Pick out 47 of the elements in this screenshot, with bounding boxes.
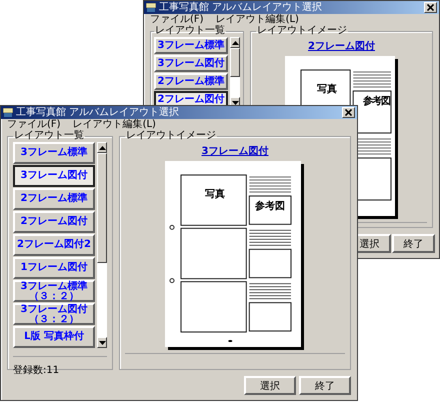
close-button[interactable] — [424, 2, 437, 13]
layout-button[interactable]: 2フレーム図付2 — [13, 234, 95, 256]
down-arrow-icon — [98, 340, 106, 344]
up-arrow-icon — [98, 146, 106, 150]
group-label: レイアウト一覧 — [154, 26, 226, 36]
layout-button[interactable]: L版 写真枠付 — [13, 326, 95, 348]
app-icon — [146, 3, 156, 12]
layout-button[interactable]: 3フレーム標準 — [13, 142, 95, 164]
layout-button[interactable]: 3フレーム標準（３：２） — [13, 280, 95, 302]
menu-item[interactable]: レイアウト編集(L) — [72, 119, 156, 131]
layout-button[interactable]: 3フレーム図付 — [154, 55, 228, 72]
scroll-up-button[interactable] — [97, 142, 107, 153]
menu-item[interactable]: ファイル(F) — [7, 119, 61, 131]
layout-button[interactable]: 3フレーム標準 — [154, 37, 228, 54]
menu-item[interactable]: レイアウト編集(L) — [216, 14, 299, 26]
layout-button[interactable]: 1フレーム図付 — [13, 257, 95, 279]
layout-title: 2フレーム図付 — [308, 40, 375, 53]
group-label: レイアウト一覧 — [13, 131, 85, 141]
scrollbar-thumb[interactable] — [230, 48, 240, 78]
close-icon — [427, 4, 434, 11]
window-title: 工事写真館 アルバムレイアウト選択 — [159, 2, 322, 14]
figure-label: 参考図 — [255, 201, 286, 212]
app-icon — [3, 108, 13, 117]
up-arrow-icon — [232, 40, 238, 44]
close-button[interactable] — [342, 107, 355, 118]
scroll-up-button[interactable] — [230, 37, 240, 48]
group-label: レイアウトイメージ — [256, 26, 348, 36]
layout-button[interactable]: 2フレーム図付 — [13, 211, 95, 233]
dialog-button[interactable]: 終了 — [392, 234, 435, 253]
layout-button[interactable]: 3フレーム図付 — [13, 165, 95, 187]
group-label: レイアウトイメージ — [125, 131, 217, 141]
photo-label: 写真 — [205, 189, 226, 200]
dialog-button[interactable]: 選択 — [244, 376, 296, 395]
dialog-button[interactable]: 終了 — [299, 376, 351, 395]
layout-button[interactable]: 2フレーム標準 — [13, 188, 95, 210]
scrollbar-thumb[interactable] — [97, 153, 107, 264]
down-arrow-icon — [232, 100, 238, 104]
scroll-down-button[interactable] — [97, 337, 107, 348]
photo-label: 写真 — [316, 84, 337, 95]
layout-button[interactable]: 2フレーム標準 — [154, 73, 228, 90]
figure-label: 参考図 — [362, 96, 390, 107]
layout-title: 3フレーム図付 — [202, 144, 268, 158]
close-icon — [345, 109, 352, 116]
menu-item[interactable]: ファイル(F) — [150, 14, 204, 26]
registered-count: 登録数:11 — [13, 356, 107, 377]
window-title: 工事写真館 アルバムレイアウト選択 — [16, 106, 180, 118]
layout-button[interactable]: 3フレーム図付（３：２） — [13, 303, 95, 325]
